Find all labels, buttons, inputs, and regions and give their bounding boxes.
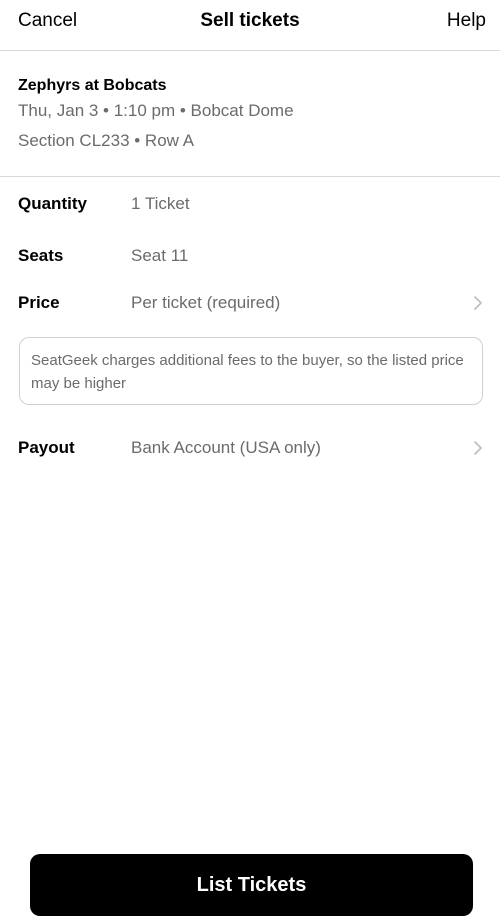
quantity-label: Quantity bbox=[18, 194, 87, 213]
fee-notice: SeatGeek charges additional fees to the … bbox=[19, 337, 483, 405]
seats-value: Seat 11 bbox=[131, 246, 189, 265]
seats-row: Seats Seat 11 bbox=[0, 241, 500, 271]
chevron-right-icon bbox=[474, 296, 482, 310]
payout-method-value[interactable]: Bank Account (USA only) bbox=[131, 437, 321, 459]
price-row[interactable]: Price Per ticket (required) bbox=[0, 288, 500, 318]
price-label: Price bbox=[18, 293, 60, 312]
event-name: Zephyrs at Bobcats bbox=[18, 77, 167, 94]
chevron-right-icon bbox=[474, 441, 482, 455]
seats-label: Seats bbox=[18, 246, 64, 265]
quantity-row: Quantity 1 Ticket bbox=[0, 189, 500, 219]
payout-row[interactable]: Payout Bank Account (USA only) bbox=[0, 433, 500, 463]
top-navigation-bar: Cancel Sell tickets Help bbox=[0, 0, 500, 51]
quantity-value: 1 Ticket bbox=[131, 194, 190, 213]
cancel-button[interactable]: Cancel bbox=[18, 10, 77, 32]
event-date-time-venue: Thu, Jan 3 • 1:10 pm • Bobcat Dome bbox=[18, 101, 294, 120]
payout-label: Payout bbox=[18, 438, 75, 457]
list-tickets-button[interactable]: List Tickets bbox=[30, 854, 473, 916]
event-section-row: Section CL233 • Row A bbox=[18, 131, 195, 150]
event-summary: Zephyrs at Bobcats Thu, Jan 3 • 1:10 pm … bbox=[0, 51, 500, 177]
help-button[interactable]: Help bbox=[447, 10, 486, 32]
price-input-placeholder[interactable]: Per ticket (required) bbox=[131, 292, 280, 314]
